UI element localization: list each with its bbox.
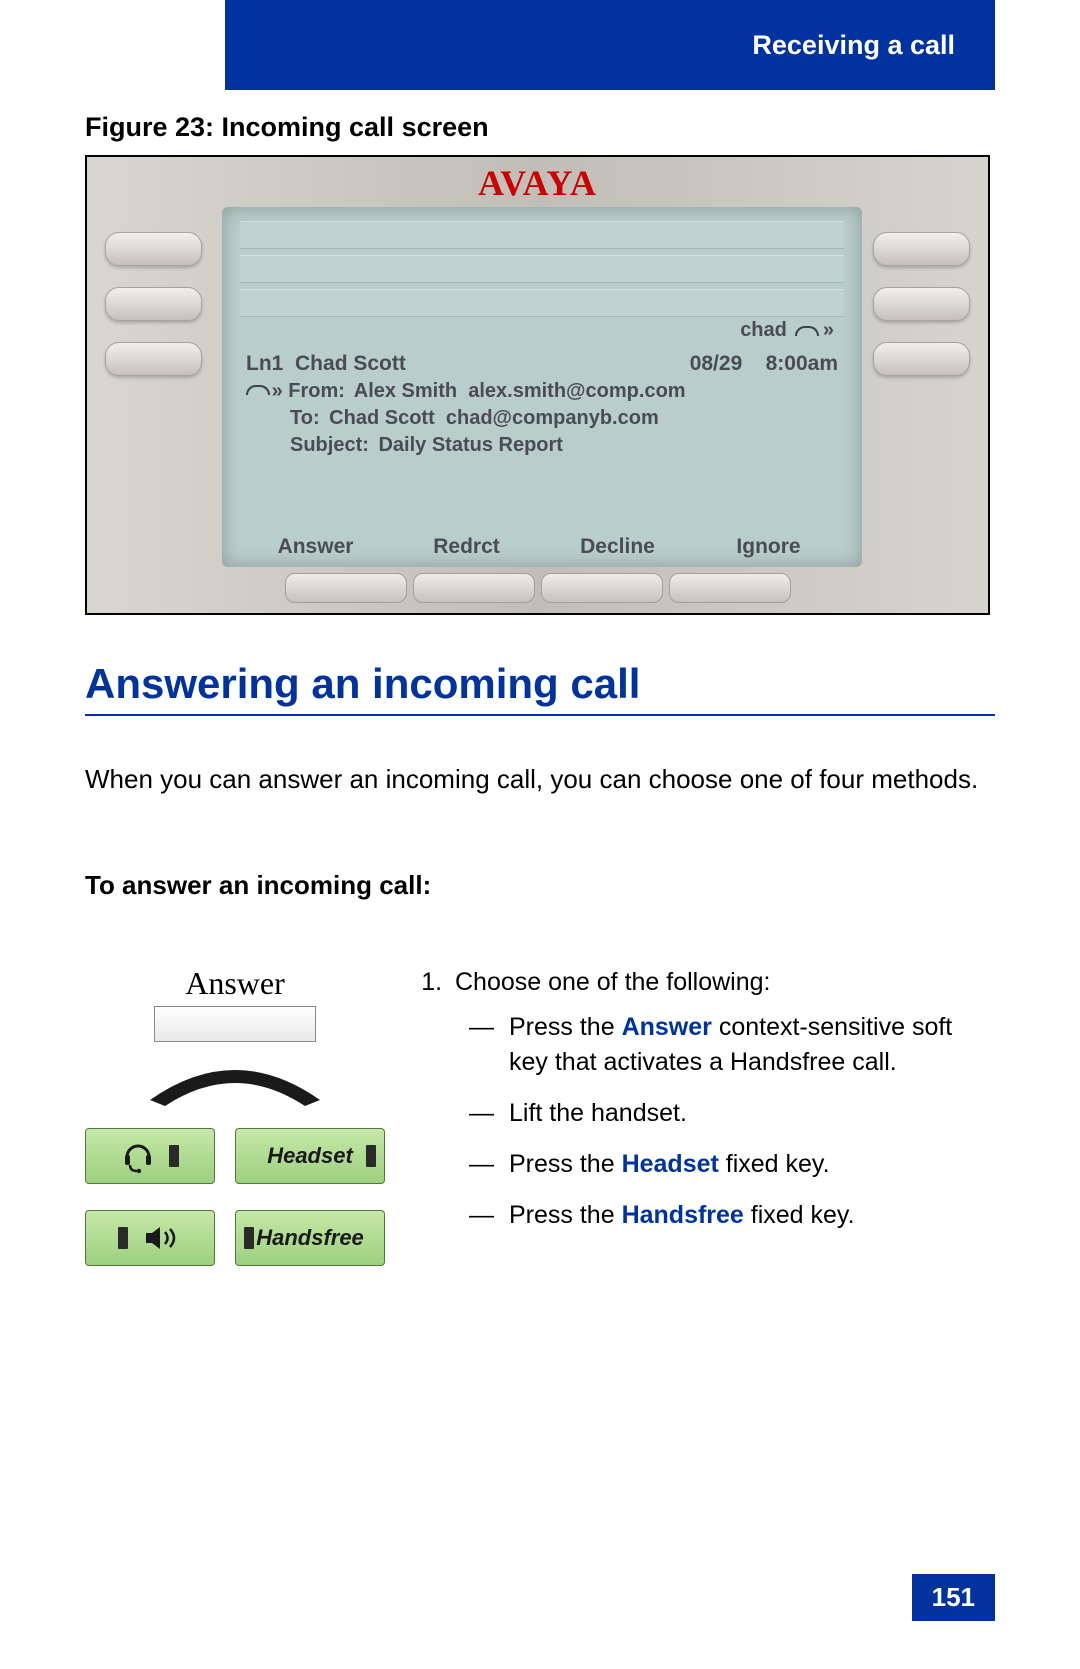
- phone-body: AVAYA chad »: [87, 157, 988, 613]
- brand-logo: AVAYA: [478, 162, 597, 204]
- softkey-hardware-row: [285, 573, 791, 603]
- section-heading: Answering an incoming call: [85, 660, 995, 716]
- headset-icon: [121, 1139, 155, 1173]
- figure-caption: Figure 23: Incoming call screen: [85, 112, 489, 143]
- screen-row-1: [240, 221, 844, 249]
- to-label: To:: [290, 407, 320, 429]
- procedure-subheading: To answer an incoming call:: [85, 870, 431, 901]
- softkey-ignore[interactable]: Ignore: [693, 535, 844, 559]
- to-address: chad@companyb.com: [446, 407, 659, 429]
- headset-icon-key: [85, 1128, 215, 1184]
- phone-figure: AVAYA chad »: [85, 155, 990, 615]
- option-answer: Press the Answer context-sensitive soft …: [469, 1010, 995, 1080]
- line-key-left-2[interactable]: [105, 287, 202, 321]
- ringing-icon: »: [272, 380, 283, 402]
- step-1-lead: Choose one of the following:: [455, 968, 771, 996]
- speaker-icon: [142, 1223, 182, 1253]
- screen-row-2: [240, 255, 844, 283]
- intro-paragraph: When you can answer an incoming call, yo…: [85, 762, 995, 797]
- line-key-right-1[interactable]: [873, 232, 970, 266]
- line-key-left-3[interactable]: [105, 342, 202, 376]
- led-indicator: [366, 1145, 376, 1167]
- to-line: To: Chad Scott chad@companyb.com: [240, 407, 844, 430]
- ringing-icon: »: [823, 319, 834, 342]
- step-text: Choose one of the following: Press the A…: [415, 965, 995, 1266]
- led-indicator: [118, 1227, 128, 1249]
- softkey-row: Answer Redrct Decline Ignore: [240, 535, 844, 559]
- softkey-button-3[interactable]: [541, 573, 663, 603]
- softkey-redrct[interactable]: Redrct: [391, 535, 542, 559]
- from-label: From:: [288, 380, 345, 402]
- header-title: Receiving a call: [752, 30, 955, 61]
- caller-name: Chad Scott: [295, 352, 406, 375]
- headset-label-key: Headset: [235, 1128, 385, 1184]
- screen-status-line: chad »: [240, 319, 844, 342]
- line-label: Ln1: [246, 352, 283, 375]
- option-lift-handset: Lift the handset.: [469, 1096, 995, 1131]
- call-time: 8:00am: [766, 352, 838, 375]
- handset-icon: [140, 1060, 330, 1108]
- line-key-right-2[interactable]: [873, 287, 970, 321]
- subject-label: Subject:: [290, 434, 369, 456]
- from-name: Alex Smith: [354, 380, 457, 402]
- from-line: » From: Alex Smith alex.smith@comp.com: [240, 380, 844, 403]
- step-1: Choose one of the following: Press the A…: [449, 965, 995, 1233]
- option-handsfree: Press the Handsfree fixed key.: [469, 1198, 995, 1233]
- softkey-button-4[interactable]: [669, 573, 791, 603]
- to-name: Chad Scott: [329, 407, 435, 429]
- from-address: alex.smith@comp.com: [468, 380, 685, 402]
- line-key-right-3[interactable]: [873, 342, 970, 376]
- handset-icon: [795, 324, 815, 338]
- headset-key-label: Headset: [267, 1143, 353, 1169]
- led-indicator: [244, 1227, 254, 1249]
- option-headset: Press the Headset fixed key.: [469, 1147, 995, 1182]
- subject-text: Daily Status Report: [378, 434, 562, 456]
- softkey-button-1[interactable]: [285, 573, 407, 603]
- subject-line: Subject: Daily Status Report: [240, 434, 844, 457]
- page-number: 151: [912, 1574, 995, 1621]
- call-date: 08/29: [690, 352, 743, 375]
- headset-keyword: Headset: [622, 1150, 719, 1178]
- phone-lcd-screen: chad » Ln1 Chad Scott 08/29 8:00am: [222, 207, 862, 567]
- led-indicator: [169, 1145, 179, 1167]
- softkey-answer[interactable]: Answer: [240, 535, 391, 559]
- answer-keyword: Answer: [622, 1013, 712, 1041]
- screen-row-3: [240, 289, 844, 317]
- handsfree-keyword: Handsfree: [622, 1201, 744, 1229]
- line-key-left-1[interactable]: [105, 232, 202, 266]
- call-info-line: Ln1 Chad Scott 08/29 8:00am: [240, 352, 844, 376]
- handsfree-key-label: Handsfree: [256, 1225, 364, 1251]
- step-illustration: Answer H: [85, 965, 385, 1266]
- softkey-decline[interactable]: Decline: [542, 535, 693, 559]
- answer-softkey-graphic: [154, 1006, 316, 1042]
- page-header: Receiving a call: [225, 0, 995, 90]
- status-name: chad: [740, 319, 787, 342]
- handsfree-label-key: Handsfree: [235, 1210, 385, 1266]
- handsfree-icon-key: [85, 1210, 215, 1266]
- answer-softkey-label: Answer: [85, 965, 385, 1002]
- softkey-button-2[interactable]: [413, 573, 535, 603]
- handset-icon: [246, 383, 266, 397]
